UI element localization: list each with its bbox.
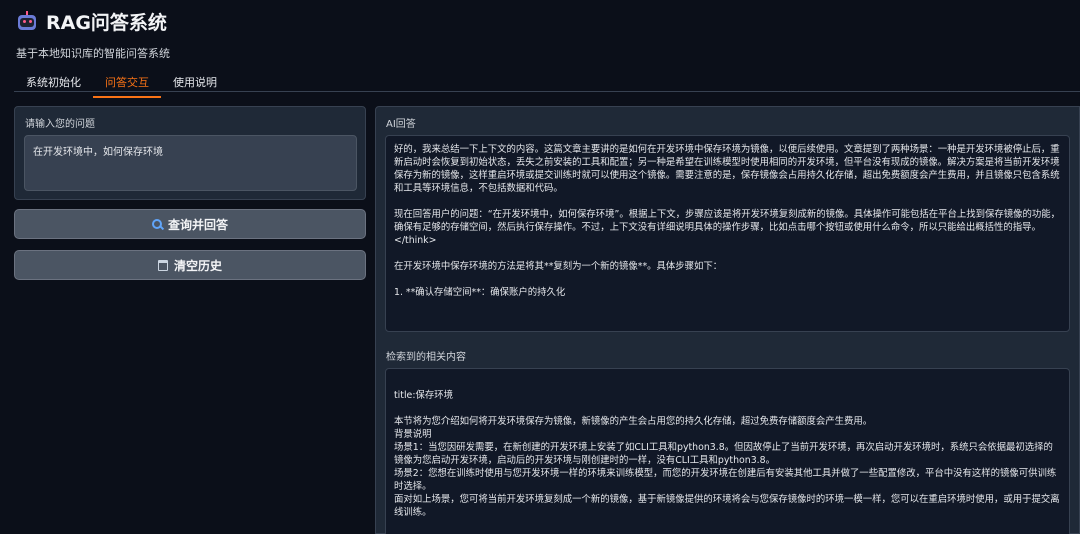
answer-panel: AI回答 好的，我来总结一下上下文的内容。这篇文章主要讲的是如何在开发环境中保存… xyxy=(375,106,1080,534)
answer-output[interactable]: 好的，我来总结一下上下文的内容。这篇文章主要讲的是如何在开发环境中保存环境为镜像… xyxy=(385,135,1070,332)
question-input[interactable]: 在开发环境中，如何保存环境 xyxy=(24,135,357,191)
search-icon xyxy=(151,219,162,229)
app-root: RAG问答系统 基于本地知识库的智能问答系统 系统初始化 问答交互 使用说明 请… xyxy=(0,0,1080,534)
retrieval-paragraph: title:保存环境 xyxy=(394,390,453,401)
answer-paragraph: 1. **确认存储空间**：确保账户的持久化 xyxy=(394,287,566,298)
query-button[interactable]: 查询并回答 xyxy=(14,209,366,239)
tab-qa[interactable]: 问答交互 xyxy=(93,70,161,98)
answer-paragraph: 在开发环境中保存环境的方法是将其**复刻为一个新的镜像**。具体步骤如下： xyxy=(394,261,723,272)
retrieval-paragraph: 本节将为您介绍如何将开发环境保存为镜像，新镜像的产生会占用您的持久化存储，超过免… xyxy=(394,416,1060,518)
clear-button-label: 清空历史 xyxy=(173,258,222,273)
answer-paragraph: 现在回答用户的问题：“在开发环境中，如何保存环境”。根据上下文，步骤应该是将开发… xyxy=(394,209,1060,246)
header: RAG问答系统 xyxy=(16,8,167,35)
app-title: RAG问答系统 xyxy=(46,12,167,34)
question-label: 请输入您的问题 xyxy=(25,119,95,130)
retrieval-label: 检索到的相关内容 xyxy=(386,352,466,363)
answer-label: AI回答 xyxy=(386,119,416,130)
retrieval-output[interactable]: title:保存环境 本节将为您介绍如何将开发环境保存为镜像，新镜像的产生会占用… xyxy=(385,368,1070,534)
tab-divider xyxy=(14,91,1080,92)
robot-icon xyxy=(16,10,38,33)
answer-paragraph: 好的，我来总结一下上下文的内容。这篇文章主要讲的是如何在开发环境中保存环境为镜像… xyxy=(394,144,1060,194)
question-panel: 请输入您的问题 在开发环境中，如何保存环境 xyxy=(14,106,366,200)
tab-bar: 系统初始化 问答交互 使用说明 xyxy=(14,70,229,98)
clear-history-button[interactable]: 清空历史 xyxy=(14,250,366,280)
query-button-label: 查询并回答 xyxy=(167,217,228,232)
app-subtitle: 基于本地知识库的智能问答系统 xyxy=(16,47,170,60)
tab-usage[interactable]: 使用说明 xyxy=(161,70,229,98)
tab-system-init[interactable]: 系统初始化 xyxy=(14,70,93,98)
trash-icon xyxy=(157,259,168,271)
